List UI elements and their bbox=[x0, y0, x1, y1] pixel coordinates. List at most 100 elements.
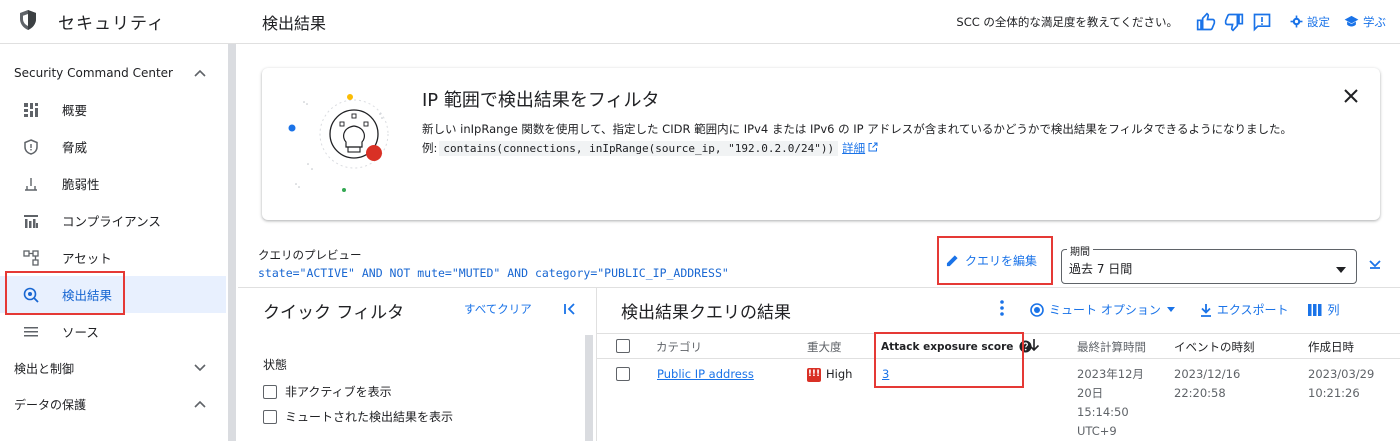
checkbox[interactable] bbox=[263, 384, 277, 399]
sidebar-item-label: 概要 bbox=[62, 103, 88, 118]
example-code: contains(connections, inIpRange(source_i… bbox=[439, 140, 839, 156]
sidebar-item-label: 検出結果 bbox=[62, 288, 113, 303]
pencil-icon bbox=[946, 255, 958, 267]
dashboard-icon bbox=[22, 101, 40, 119]
last-scan-line: UTC+9 bbox=[1077, 424, 1117, 438]
school-icon bbox=[1344, 15, 1359, 27]
table-header: カテゴリ 重大度 Attack exposure score 最終計算時間 イベ… bbox=[597, 333, 1400, 359]
period-select[interactable]: 期間 過去 7 日間 bbox=[1061, 243, 1357, 284]
columns-icon bbox=[1308, 303, 1322, 316]
column-severity[interactable]: 重大度 bbox=[807, 339, 842, 355]
columns-button[interactable]: 列 bbox=[1308, 301, 1339, 318]
last-scan-line: 20日 bbox=[1077, 386, 1104, 400]
lightbulb-illustration bbox=[282, 84, 402, 204]
asset-icon bbox=[22, 249, 40, 267]
page-title: 検出結果 bbox=[262, 13, 327, 33]
edit-query-label: クエリを編集 bbox=[965, 254, 1038, 268]
mute-icon bbox=[1030, 302, 1044, 317]
severity-high-icon: !!! bbox=[807, 367, 821, 382]
mute-options-button[interactable]: ミュート オプション bbox=[1030, 301, 1180, 318]
query-preview-label: クエリのプレビュー bbox=[258, 248, 362, 262]
columns-label: 列 bbox=[1327, 303, 1340, 317]
download-icon bbox=[1200, 303, 1211, 317]
top-bar: 検出結果 SCC の全体的な満足度を教えてください。 設定 学ぶ bbox=[238, 0, 1400, 44]
details-link[interactable]: 詳細 bbox=[842, 140, 865, 156]
learn-label: 学ぶ bbox=[1363, 14, 1386, 29]
sidebar-scrollbar[interactable] bbox=[228, 44, 236, 441]
shield-icon bbox=[22, 138, 40, 156]
survey-text: SCC の全体的な満足度を教えてください。 bbox=[956, 14, 1178, 29]
sidebar-item-vulnerabilities[interactable]: 脆弱性 bbox=[0, 165, 226, 202]
collapse-chevron-icon[interactable] bbox=[1368, 258, 1382, 276]
edit-query-button[interactable]: クエリを編集 bbox=[946, 252, 1037, 269]
close-icon[interactable] bbox=[1344, 84, 1358, 109]
sidebar-item-overview[interactable]: 概要 bbox=[0, 91, 226, 128]
created-cell: 2023/03/29 10:21:26 bbox=[1308, 365, 1374, 403]
sidebar-item-label: ソース bbox=[62, 325, 99, 340]
checkbox[interactable] bbox=[263, 409, 277, 424]
sidebar-item-assets[interactable]: アセット bbox=[0, 239, 226, 276]
chevron-up-icon bbox=[194, 397, 206, 411]
settings-label: 設定 bbox=[1307, 14, 1330, 29]
severity-cell: !!! High bbox=[807, 365, 852, 384]
sidebar-item-label: 脅威 bbox=[62, 140, 88, 155]
feedback-icon[interactable] bbox=[1248, 8, 1276, 36]
sidebar-section-data[interactable]: データの保護 bbox=[0, 386, 226, 422]
section-label: Security Command Center bbox=[14, 66, 173, 80]
sidebar-item-compliance[interactable]: コンプライアンス bbox=[0, 202, 226, 239]
show-muted-checkbox[interactable]: ミュートされた検出結果を表示 bbox=[263, 408, 453, 425]
checkbox-label: ミュートされた検出結果を表示 bbox=[285, 410, 454, 424]
more-vert-icon[interactable] bbox=[1000, 300, 1004, 319]
column-category[interactable]: カテゴリ bbox=[656, 339, 702, 355]
attack-score-link[interactable]: 3 bbox=[882, 365, 889, 384]
sidebar-item-sources[interactable]: ソース bbox=[0, 313, 226, 350]
chevron-up-icon bbox=[194, 66, 206, 80]
last-scan-cell: 2023年12月 20日 15:14:50 UTC+9 bbox=[1077, 365, 1144, 441]
dropdown-arrow-icon bbox=[1166, 307, 1175, 312]
vulnerability-icon bbox=[22, 175, 40, 193]
sidebar-item-threats[interactable]: 脅威 bbox=[0, 128, 226, 165]
checkbox-label: 非アクティブを表示 bbox=[285, 385, 392, 399]
section-label: データの保護 bbox=[14, 397, 87, 412]
gear-icon bbox=[1290, 15, 1303, 28]
severity-label: High bbox=[826, 367, 853, 381]
panel-divider bbox=[596, 288, 597, 441]
shield-icon bbox=[18, 9, 38, 35]
thumbs-down-icon[interactable] bbox=[1220, 8, 1248, 36]
quick-filter-scrollbar[interactable] bbox=[585, 335, 593, 441]
export-button[interactable]: エクスポート bbox=[1200, 301, 1288, 318]
learn-button[interactable]: 学ぶ bbox=[1344, 14, 1386, 30]
show-inactive-checkbox[interactable]: 非アクティブを表示 bbox=[263, 383, 392, 400]
column-event-time[interactable]: イベントの時刻 bbox=[1174, 339, 1255, 355]
banner-description: 新しい inIpRange 関数を使用して、指定した CIDR 範囲内に IPv… bbox=[422, 122, 1292, 136]
section-label: 検出と制御 bbox=[14, 361, 75, 376]
column-label: Attack exposure score bbox=[881, 340, 1014, 353]
results-toolbar: ミュート オプション エクスポート 列 bbox=[1000, 300, 1339, 319]
column-attack-exposure-score[interactable]: Attack exposure score bbox=[881, 340, 1032, 353]
clear-all-button[interactable]: すべてクリア bbox=[464, 301, 532, 317]
column-last-scan[interactable]: 最終計算時間 bbox=[1077, 339, 1146, 355]
column-created[interactable]: 作成日時 bbox=[1308, 339, 1354, 355]
sidebar-section-scc[interactable]: Security Command Center bbox=[0, 55, 226, 91]
period-label: 期間 bbox=[1067, 243, 1093, 258]
sidebar-item-label: アセット bbox=[62, 251, 112, 266]
select-all-checkbox[interactable] bbox=[616, 339, 630, 353]
created-date: 2023/03/29 bbox=[1308, 367, 1375, 381]
last-scan-line: 15:14:50 bbox=[1077, 405, 1129, 419]
sidebar-section-detect[interactable]: 検出と制御 bbox=[0, 350, 226, 386]
created-time: 10:21:26 bbox=[1308, 386, 1360, 400]
sidebar-item-label: 脆弱性 bbox=[62, 177, 100, 192]
sidebar-item-label: コンプライアンス bbox=[62, 214, 161, 229]
example-prefix: 例: bbox=[422, 141, 438, 155]
row-checkbox[interactable] bbox=[616, 367, 630, 381]
collapse-panel-icon[interactable] bbox=[563, 302, 577, 320]
divider bbox=[238, 287, 1400, 288]
event-time: 22:20:58 bbox=[1174, 386, 1226, 400]
query-preview-text: state="ACTIVE" AND NOT mute="MUTED" AND … bbox=[258, 266, 729, 280]
sidebar-item-findings[interactable]: 検出結果 bbox=[0, 276, 226, 313]
thumbs-up-icon[interactable] bbox=[1192, 8, 1220, 36]
category-link[interactable]: Public IP address bbox=[657, 365, 754, 384]
sort-arrow-down-icon[interactable] bbox=[1028, 338, 1040, 356]
quick-filter-title: クイック フィルタ bbox=[263, 303, 405, 323]
settings-button[interactable]: 設定 bbox=[1290, 14, 1330, 30]
